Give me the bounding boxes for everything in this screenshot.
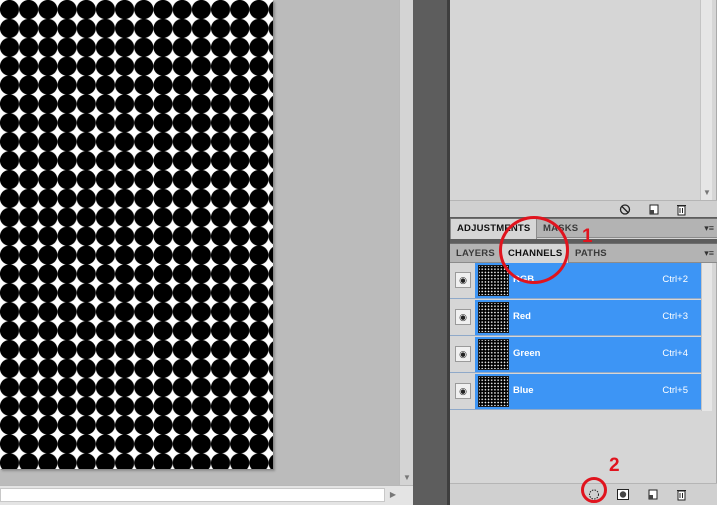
channel-thumbnail [478, 302, 509, 333]
panel-menu-icon[interactable]: ▾≡ [700, 248, 714, 258]
channel-name: Red [513, 311, 531, 322]
upper-panel: ▼ [450, 0, 717, 217]
panel-dock-strip [413, 0, 447, 505]
annotation-circle-channels [499, 216, 569, 284]
channel-selection[interactable]: Red Ctrl+3 [475, 300, 702, 335]
channel-row-green[interactable]: ◉ Green Ctrl+4 [450, 337, 702, 373]
delete-channel-icon[interactable] [674, 488, 688, 501]
eye-icon[interactable]: ◉ [455, 272, 471, 288]
tab-layers[interactable]: LAYERS [450, 244, 501, 263]
channel-shortcut: Ctrl+3 [662, 311, 688, 322]
eye-icon[interactable]: ◉ [455, 383, 471, 399]
channel-row-red[interactable]: ◉ Red Ctrl+3 [450, 300, 702, 336]
eye-icon[interactable]: ◉ [455, 346, 471, 362]
channel-row-blue[interactable]: ◉ Blue Ctrl+5 [450, 374, 702, 410]
channel-selection[interactable]: Green Ctrl+4 [475, 337, 702, 372]
channels-scrollbar[interactable] [701, 263, 712, 411]
trash-icon[interactable] [674, 203, 688, 216]
new-icon[interactable] [647, 203, 661, 216]
upper-panel-scrollbar[interactable]: ▼ [700, 0, 712, 200]
channel-selection[interactable]: Blue Ctrl+5 [475, 374, 702, 409]
panel-menu-icon[interactable]: ▾≡ [700, 223, 714, 233]
horizontal-scroll-track[interactable] [0, 488, 385, 502]
channel-name: Blue [513, 385, 534, 396]
annotation-number-2: 2 [609, 455, 620, 476]
eye-icon[interactable]: ◉ [455, 309, 471, 325]
upper-panel-footer [450, 200, 717, 217]
channel-shortcut: Ctrl+5 [662, 385, 688, 396]
new-channel-icon[interactable] [646, 488, 660, 501]
channel-name: Green [513, 348, 541, 359]
annotation-circle-load-selection [581, 477, 607, 503]
canvas-vertical-scrollbar[interactable]: ▼ [399, 0, 413, 485]
channel-shortcut: Ctrl+2 [662, 274, 688, 285]
annotation-number-1: 1 [582, 226, 593, 247]
save-selection-as-channel-icon[interactable] [616, 488, 630, 501]
canvas-horizontal-scrollbar[interactable]: ▶ [0, 485, 413, 505]
channel-thumbnail [478, 376, 509, 407]
document-image[interactable] [0, 0, 273, 469]
channel-thumbnail [478, 265, 509, 296]
channel-thumbnail [478, 339, 509, 370]
document-canvas-area [0, 0, 399, 485]
scroll-right-arrow-icon[interactable]: ▶ [388, 489, 398, 501]
no-entry-icon[interactable] [618, 203, 632, 216]
scroll-down-arrow-icon[interactable]: ▼ [702, 188, 712, 198]
panel-dock: ▼ ADJUSTMENTS MASKS ▾≡ LAYERS CHANNELS P… [450, 0, 717, 505]
channels-panel: ◉ RGB Ctrl+2 ◉ Red Ctrl+3 ◉ Green Ctrl+4 [450, 263, 717, 483]
scroll-down-arrow-icon[interactable]: ▼ [402, 473, 412, 483]
channel-row-rgb[interactable]: ◉ RGB Ctrl+2 [450, 263, 702, 299]
channel-shortcut: Ctrl+4 [662, 348, 688, 359]
